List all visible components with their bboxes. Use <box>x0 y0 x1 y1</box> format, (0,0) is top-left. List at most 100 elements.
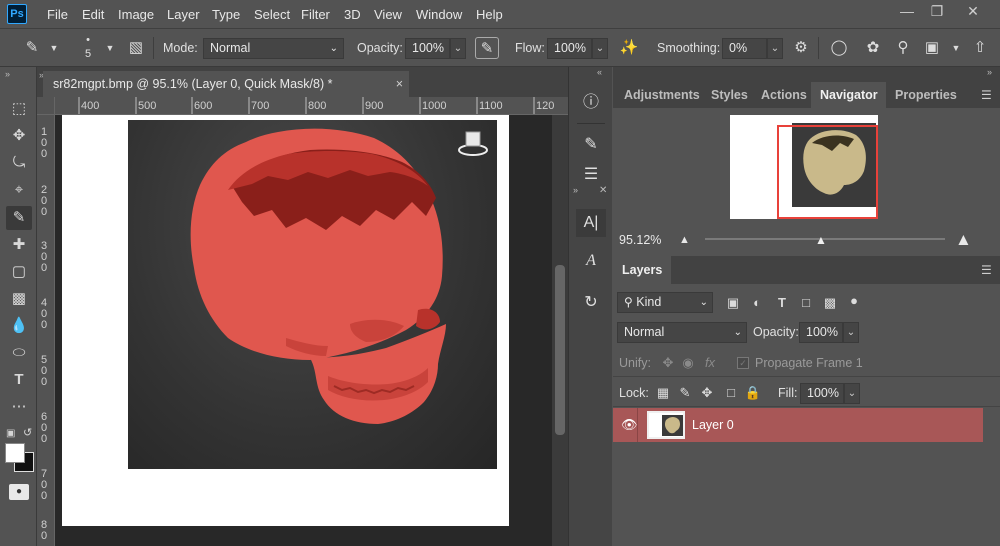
document-tab[interactable]: sr82mgpt.bmp @ 95.1% (Layer 0, Quick Mas… <box>43 71 409 97</box>
smoothing-field[interactable]: 0% <box>722 38 767 59</box>
more-tools-icon[interactable]: ⋯ <box>6 395 32 419</box>
type-tool-icon[interactable]: T <box>6 368 32 392</box>
dodge-tool-icon[interactable]: ⬭ <box>6 341 32 365</box>
search-icon[interactable]: ⚲ <box>891 37 915 59</box>
zoom-in-icon[interactable]: ▲ <box>955 230 972 250</box>
menu-3d[interactable]: 3D <box>344 7 361 22</box>
propagate-frame-checkbox[interactable]: ✓ <box>737 357 749 369</box>
layer-name[interactable]: Layer 0 <box>692 418 734 432</box>
layer-opacity-field[interactable]: 100% <box>799 322 843 343</box>
filter-shape-icon[interactable]: □ <box>797 294 815 312</box>
opacity-caret-icon[interactable]: ⌄ <box>450 38 466 59</box>
mode-dropdown[interactable]: Normal ⌄ <box>203 38 344 59</box>
filter-smart-object-icon[interactable]: ▩ <box>821 294 839 312</box>
lasso-tool-icon[interactable]: ⤿ <box>6 151 32 175</box>
pressure-opacity-icon[interactable]: ✎ <box>475 37 499 59</box>
smoothing-caret-icon[interactable]: ⌄ <box>767 38 783 59</box>
navigator-view-box[interactable] <box>777 125 878 219</box>
expand-icon[interactable]: « <box>597 67 602 77</box>
fill-caret-icon[interactable]: ⌄ <box>844 383 860 404</box>
tab-actions[interactable]: Actions <box>752 82 816 108</box>
foreground-color-swatch[interactable] <box>5 443 25 463</box>
minimize-icon[interactable]: — <box>892 0 922 22</box>
glyphs-icon[interactable]: ↻ <box>576 289 606 317</box>
menu-filter[interactable]: Filter <box>301 7 330 22</box>
share-icon[interactable]: ⇧ <box>968 37 992 59</box>
default-colors-icon[interactable]: ▣ <box>6 428 15 439</box>
filter-kind-dropdown[interactable]: ⚲ Kind ⌄ <box>617 292 713 313</box>
brush-settings-panel-icon[interactable]: ▧ <box>124 37 148 59</box>
move-tool-icon[interactable]: ✥ <box>6 124 32 148</box>
filter-adjustment-icon[interactable]: ◐ <box>748 294 766 312</box>
close-icon[interactable]: ✕ <box>599 185 607 196</box>
workspace-icon[interactable]: ▣ <box>920 37 944 59</box>
tab-layers[interactable]: Layers <box>613 256 672 284</box>
menu-image[interactable]: Image <box>118 7 154 22</box>
airbrush-icon[interactable]: ✨ <box>617 37 641 59</box>
marquee-tool-icon[interactable]: ⬚ <box>6 97 32 121</box>
brush-settings-icon[interactable]: ✎ <box>576 131 606 159</box>
brush-angle-icon[interactable]: ◯ <box>827 37 851 59</box>
lock-artboard-icon[interactable]: □ <box>722 384 740 402</box>
brush-preset-picker[interactable]: • 5 <box>80 33 96 63</box>
flow-field[interactable]: 100% <box>547 38 592 59</box>
lock-image-pixels-icon[interactable]: ✎ <box>676 384 694 402</box>
workspace-caret-icon[interactable]: ▼ <box>944 37 968 59</box>
tab-properties[interactable]: Properties <box>886 82 966 108</box>
menu-layer[interactable]: Layer <box>167 7 200 22</box>
gradient-tool-icon[interactable]: ▩ <box>6 287 32 311</box>
brush-tool-icon[interactable]: ✎ <box>20 37 44 59</box>
paragraph-styles-icon[interactable]: A <box>576 247 606 275</box>
filter-toggle-icon[interactable]: ● <box>845 292 863 310</box>
symmetry-butterfly-icon[interactable]: ✿ <box>861 37 885 59</box>
layer-thumbnail[interactable] <box>647 411 685 439</box>
menu-type[interactable]: Type <box>212 7 240 22</box>
unify-position-icon[interactable]: ✥ <box>659 354 677 372</box>
menu-help[interactable]: Help <box>476 7 503 22</box>
panel-menu-icon[interactable]: ☰ <box>981 263 992 277</box>
quick-mask-icon[interactable]: ● <box>9 484 29 500</box>
lock-transparent-icon[interactable]: ▦ <box>654 384 672 402</box>
gear-icon[interactable]: ⚙ <box>789 37 813 59</box>
info-icon[interactable]: ⓘ <box>576 89 606 117</box>
menu-edit[interactable]: Edit <box>82 7 104 22</box>
healing-brush-icon[interactable]: ✚ <box>6 233 32 257</box>
menu-window[interactable]: Window <box>416 7 462 22</box>
character-panel-icon[interactable]: A| <box>576 209 606 237</box>
swap-colors-icon[interactable]: ↺ <box>23 426 32 439</box>
scrollbar-thumb[interactable] <box>555 265 565 435</box>
unify-visibility-icon[interactable]: ◉ <box>679 354 697 372</box>
blur-tool-icon[interactable]: 💧 <box>6 314 32 338</box>
collapse-panels-icon[interactable]: » <box>987 67 992 77</box>
restore-icon[interactable]: ❐ <box>922 0 952 22</box>
menu-select[interactable]: Select <box>254 7 290 22</box>
filter-pixel-icon[interactable]: ▣ <box>724 294 742 312</box>
layer-row[interactable]: 👁 Layer 0 <box>613 408 983 442</box>
layer-opacity-caret-icon[interactable]: ⌄ <box>843 322 859 343</box>
zoom-slider-thumb[interactable]: ▲ <box>815 233 827 247</box>
navigator-thumbnail[interactable] <box>730 115 878 219</box>
unify-style-icon[interactable]: fx <box>701 354 719 372</box>
eraser-tool-icon[interactable]: ▢ <box>6 260 32 284</box>
lock-all-icon[interactable]: 🔒 <box>744 384 762 402</box>
collapse-icon[interactable]: » <box>573 185 578 195</box>
tab-styles[interactable]: Styles <box>702 82 757 108</box>
eye-visibility-icon[interactable]: 👁 <box>621 417 638 433</box>
filter-type-icon[interactable]: T <box>773 294 791 312</box>
brush-preset-caret-icon[interactable]: ▼ <box>98 37 122 59</box>
collapse-toolbar-icon[interactable]: » <box>5 69 10 79</box>
flow-caret-icon[interactable]: ⌄ <box>592 38 608 59</box>
tool-preset-caret-icon[interactable]: ▼ <box>42 37 66 59</box>
tab-navigator[interactable]: Navigator <box>811 82 887 108</box>
close-window-icon[interactable]: ✕ <box>958 0 988 22</box>
close-tab-icon[interactable]: × <box>396 71 403 97</box>
crop-tool-icon[interactable]: ⌖ <box>6 178 32 202</box>
navigator-zoom-value[interactable]: 95.12% <box>619 233 661 247</box>
fill-field[interactable]: 100% <box>800 383 844 404</box>
menu-view[interactable]: View <box>374 7 402 22</box>
tab-adjustments[interactable]: Adjustments <box>615 82 709 108</box>
panel-menu-icon[interactable]: ☰ <box>981 88 992 102</box>
lock-position-icon[interactable]: ✥ <box>698 384 716 402</box>
zoom-out-icon[interactable]: ▲ <box>679 234 690 246</box>
vertical-scrollbar[interactable] <box>552 115 568 546</box>
